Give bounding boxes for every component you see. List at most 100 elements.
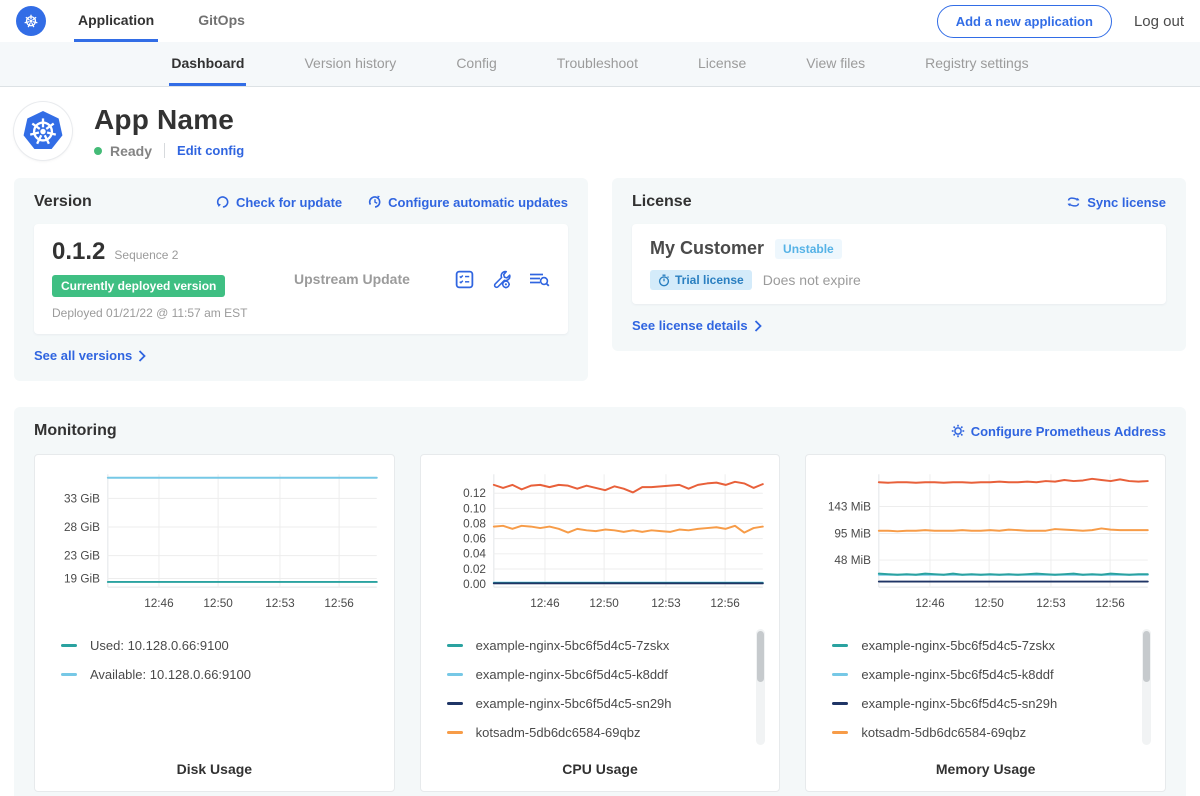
check-for-update-link[interactable]: Check for update bbox=[216, 195, 342, 210]
legend-color-dash bbox=[832, 644, 848, 647]
legend-scrollbar-track[interactable] bbox=[1142, 629, 1151, 745]
legend-scrollbar-thumb[interactable] bbox=[1143, 631, 1150, 682]
refresh-icon bbox=[216, 195, 230, 209]
edit-config-link[interactable]: Edit config bbox=[177, 143, 244, 158]
ready-status-dot bbox=[94, 147, 102, 155]
legend-label: example-nginx-5bc6f5d4c5-7zskx bbox=[476, 638, 670, 653]
tab-troubleshoot[interactable]: Troubleshoot bbox=[555, 42, 640, 86]
chart-title: Memory Usage bbox=[818, 749, 1153, 777]
svg-text:12:46: 12:46 bbox=[530, 597, 560, 610]
kubernetes-logo-icon[interactable] bbox=[16, 6, 46, 36]
preflight-checks-icon[interactable] bbox=[454, 269, 475, 290]
disk-usage-chart: 33 GiB28 GiB23 GiB19 GiB12:4612:5012:531… bbox=[47, 463, 382, 621]
top-nav: ApplicationGitOps Add a new application … bbox=[0, 0, 1200, 42]
legend-color-dash bbox=[447, 644, 463, 647]
legend-item: example-nginx-5bc6f5d4c5-sn29h bbox=[832, 689, 1135, 718]
svg-text:23 GiB: 23 GiB bbox=[64, 550, 100, 563]
legend-color-dash bbox=[832, 702, 848, 705]
svg-text:12:56: 12:56 bbox=[324, 597, 354, 610]
tab-dashboard[interactable]: Dashboard bbox=[169, 42, 246, 86]
see-all-versions-link[interactable]: See all versions bbox=[34, 348, 146, 363]
legend-label: example-nginx-5bc6f5d4c5-k8ddf bbox=[476, 667, 668, 682]
memory-usage-legend: example-nginx-5bc6f5d4c5-7zskxexample-ng… bbox=[818, 629, 1153, 749]
svg-text:19 GiB: 19 GiB bbox=[64, 572, 100, 585]
svg-text:12:50: 12:50 bbox=[589, 597, 619, 610]
svg-text:28 GiB: 28 GiB bbox=[64, 521, 100, 534]
svg-text:0.04: 0.04 bbox=[463, 548, 486, 561]
svg-text:12:50: 12:50 bbox=[975, 597, 1005, 610]
tab-view-files[interactable]: View files bbox=[804, 42, 867, 86]
legend-scrollbar-track[interactable] bbox=[756, 629, 765, 745]
logout-link[interactable]: Log out bbox=[1134, 13, 1184, 30]
top-nav-tab-gitops[interactable]: GitOps bbox=[194, 0, 249, 42]
legend-label: example-nginx-5bc6f5d4c5-k8ddf bbox=[861, 667, 1053, 682]
memory-usage-chart: 143 MiB95 MiB48 MiB12:4612:5012:5312:56 bbox=[818, 463, 1153, 621]
svg-text:12:53: 12:53 bbox=[1037, 597, 1067, 610]
configure-automatic-updates-link[interactable]: Configure automatic updates bbox=[368, 195, 568, 210]
legend-item: kotsadm-5db6dc6584-69qbz bbox=[832, 718, 1135, 747]
add-application-button[interactable]: Add a new application bbox=[937, 5, 1112, 38]
see-license-details-link[interactable]: See license details bbox=[632, 318, 762, 333]
license-expiry: Does not expire bbox=[763, 272, 861, 288]
chart-title: Disk Usage bbox=[47, 749, 382, 777]
gear-icon bbox=[951, 424, 965, 438]
license-card-title: License bbox=[632, 193, 692, 211]
legend-item: example-nginx-5bc6f5d4c5-sn29h bbox=[447, 689, 750, 718]
legend-item: Available: 10.128.0.66:9100 bbox=[61, 660, 364, 689]
svg-text:0.12: 0.12 bbox=[463, 487, 486, 500]
customer-name: My Customer bbox=[650, 238, 764, 259]
configure-prometheus-link[interactable]: Configure Prometheus Address bbox=[951, 424, 1166, 439]
legend-scrollbar-thumb[interactable] bbox=[757, 631, 764, 682]
svg-text:12:53: 12:53 bbox=[651, 597, 681, 610]
svg-text:12:50: 12:50 bbox=[203, 597, 233, 610]
legend-label: Used: 10.128.0.66:9100 bbox=[90, 638, 229, 653]
svg-text:12:56: 12:56 bbox=[1096, 597, 1126, 610]
channel-badge: Unstable bbox=[775, 239, 842, 259]
tab-license[interactable]: License bbox=[696, 42, 748, 86]
svg-text:33 GiB: 33 GiB bbox=[64, 492, 100, 505]
chevron-right-icon bbox=[754, 320, 762, 332]
version-number: 0.1.2 bbox=[52, 238, 105, 266]
tab-version-history[interactable]: Version history bbox=[302, 42, 398, 86]
legend-color-dash bbox=[61, 673, 77, 676]
svg-text:48 MiB: 48 MiB bbox=[835, 554, 872, 567]
legend-item: example-nginx-5bc6f5d4c5-7zskx bbox=[447, 631, 750, 660]
svg-text:95 MiB: 95 MiB bbox=[835, 527, 872, 540]
legend-item: example-nginx-5bc6f5d4c5-k8ddf bbox=[447, 660, 750, 689]
legend-color-dash bbox=[832, 731, 848, 734]
disk-usage-legend: Used: 10.128.0.66:9100 Available: 10.128.… bbox=[47, 629, 382, 747]
chevron-right-icon bbox=[138, 350, 146, 362]
legend-color-dash bbox=[447, 731, 463, 734]
legend-color-dash bbox=[447, 702, 463, 705]
disk-usage-card: 33 GiB28 GiB23 GiB19 GiB12:4612:5012:531… bbox=[34, 454, 395, 792]
cpu-usage-legend: example-nginx-5bc6f5d4c5-7zskx example-ng… bbox=[433, 629, 768, 749]
legend-color-dash bbox=[832, 673, 848, 676]
sync-license-link[interactable]: Sync license bbox=[1066, 195, 1166, 210]
chart-title: CPU Usage bbox=[433, 749, 768, 777]
legend-label: example-nginx-5bc6f5d4c5-sn29h bbox=[476, 696, 672, 711]
deployed-timestamp: Deployed 01/21/22 @ 11:57 am EST bbox=[52, 306, 284, 320]
monitoring-section: Monitoring Configure Prometheus Address … bbox=[14, 407, 1186, 796]
legend-label: example-nginx-5bc6f5d4c5-sn29h bbox=[861, 696, 1057, 711]
page-title: App Name bbox=[94, 104, 244, 136]
view-diff-files-icon[interactable] bbox=[528, 269, 550, 290]
svg-text:12:46: 12:46 bbox=[144, 597, 174, 610]
legend-label: kotsadm-5db6dc6584-69qbz bbox=[476, 725, 641, 740]
svg-text:12:56: 12:56 bbox=[710, 597, 740, 610]
app-status: Ready bbox=[110, 143, 152, 159]
tab-registry-settings[interactable]: Registry settings bbox=[923, 42, 1030, 86]
top-nav-tab-application[interactable]: Application bbox=[74, 0, 158, 42]
legend-item: example-nginx-5bc6f5d4c5-k8ddf bbox=[832, 660, 1135, 689]
cpu-usage-card: 0.120.100.080.060.040.020.0012:4612:5012… bbox=[420, 454, 781, 792]
monitoring-title: Monitoring bbox=[34, 422, 117, 440]
svg-text:0.00: 0.00 bbox=[463, 578, 486, 591]
upstream-update-label: Upstream Update bbox=[284, 271, 454, 287]
auto-update-clock-icon bbox=[368, 195, 382, 209]
cpu-usage-chart: 0.120.100.080.060.040.020.0012:4612:5012… bbox=[433, 463, 768, 621]
tab-config[interactable]: Config bbox=[454, 42, 498, 86]
config-wrench-icon[interactable] bbox=[491, 269, 512, 290]
svg-text:0.02: 0.02 bbox=[463, 563, 486, 576]
svg-text:0.08: 0.08 bbox=[463, 517, 486, 530]
legend-item: Used: 10.128.0.66:9100 bbox=[61, 631, 364, 660]
version-sequence: Sequence 2 bbox=[114, 248, 178, 262]
